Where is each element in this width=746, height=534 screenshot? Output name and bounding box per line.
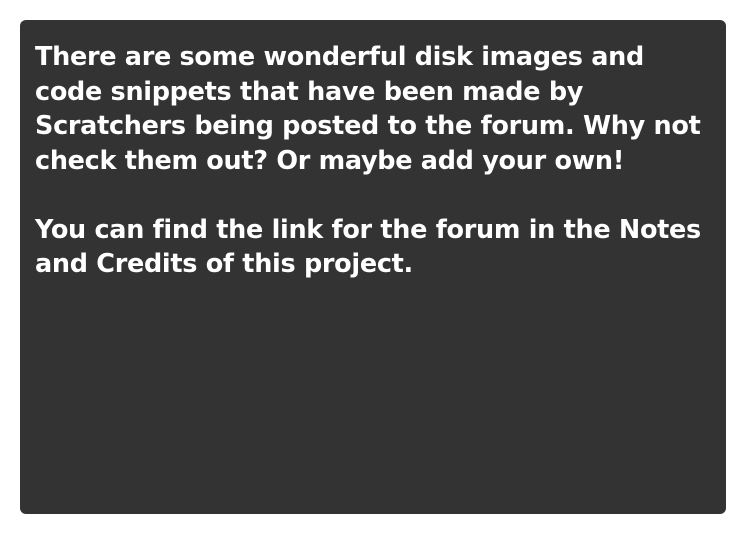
- message-panel: There are some wonderful disk images and…: [20, 20, 726, 514]
- message-paragraph-forum: There are some wonderful disk images and…: [35, 42, 701, 176]
- message-paragraph-link: You can find the link for the forum in t…: [35, 214, 701, 280]
